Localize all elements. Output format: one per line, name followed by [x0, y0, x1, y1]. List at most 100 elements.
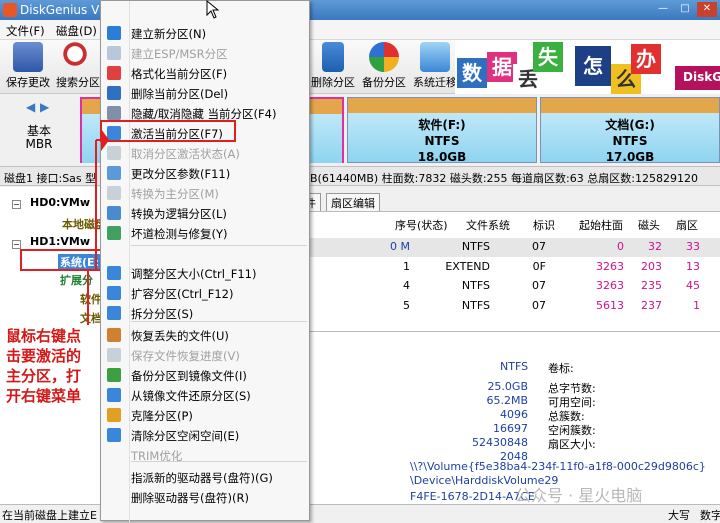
- partition-docs-block[interactable]: 文档(G:) NTFS 17.0GB: [540, 97, 720, 164]
- menu-disk[interactable]: 磁盘(D): [56, 23, 97, 39]
- context-menu-item[interactable]: 更改分区参数(F11): [101, 163, 309, 183]
- menu-item-icon: [107, 26, 121, 40]
- tab-bar: 件 扇区编辑: [300, 193, 720, 211]
- table-row[interactable]: 1 EXTEND 0F 3263 203 13: [300, 258, 720, 277]
- partition-software-block[interactable]: 软件(F:) NTFS 18.0GB: [347, 97, 537, 164]
- tab-sector-edit[interactable]: 扇区编辑: [326, 193, 380, 211]
- context-menu-item[interactable]: 格式化当前分区(F): [101, 63, 309, 83]
- context-menu-item[interactable]: 删除驱动器号(盘符)(R): [101, 487, 309, 507]
- delete-partition-label: 删除分区: [311, 76, 355, 89]
- migration-icon: [420, 42, 450, 72]
- context-menu-item[interactable]: 备份分区到镜像文件(I): [101, 365, 309, 385]
- menu-item-icon: [107, 408, 121, 422]
- partition-name: 软件(F:): [418, 118, 466, 132]
- context-menu-item: 建立ESP/MSR分区: [101, 43, 309, 63]
- window-title: DiskGenius V5: [20, 3, 107, 17]
- table-row[interactable]: 0 M NTFS 07 0 32 33: [300, 238, 720, 257]
- app-icon: [3, 3, 17, 17]
- context-menu-item[interactable]: 扩容分区(Ctrl_F12): [101, 283, 309, 303]
- context-menu-item[interactable]: 调整分区大小(Ctrl_F11): [101, 263, 309, 283]
- menu-item-icon: [107, 388, 121, 402]
- table-cell-sec: 1: [693, 299, 700, 312]
- annotation-line: 开右键菜单: [6, 387, 82, 405]
- context-menu-item[interactable]: 清除分区空闲空间(E): [101, 425, 309, 445]
- context-menu-item[interactable]: 恢复丢失的文件(U): [101, 325, 309, 345]
- save-icon: [13, 42, 43, 72]
- minimize-button[interactable]: —: [653, 2, 673, 17]
- context-menu-item[interactable]: 转换为逻辑分区(L): [101, 203, 309, 223]
- column-header[interactable]: 扇区: [676, 217, 698, 233]
- menu-item-label: 从镜像文件还原分区(S): [131, 389, 251, 403]
- menu-item-icon: [107, 348, 121, 362]
- menu-item-label: 转换为逻辑分区(L): [131, 207, 227, 221]
- context-menu-item[interactable]: 指派新的驱动器号(盘符)(G): [101, 467, 309, 487]
- partition-fs: NTFS: [424, 134, 460, 148]
- column-header[interactable]: 文件系统: [466, 217, 510, 233]
- search-partition-button[interactable]: 搜索分区: [50, 42, 106, 92]
- menu-item-label: 删除当前分区(Del): [131, 87, 229, 101]
- table-row[interactable]: 5 NTFS 07 5613 237 1: [300, 297, 720, 316]
- context-menu-item: 保存文件恢复进度(V): [101, 345, 309, 365]
- menu-separator: [131, 245, 307, 246]
- prev-disk-icon[interactable]: ◀: [26, 100, 35, 114]
- menu-item-label: 更改分区参数(F11): [131, 167, 231, 181]
- context-menu-item: 转换为主分区(M): [101, 183, 309, 203]
- menu-file[interactable]: 文件(F): [6, 23, 45, 39]
- menu-item-icon: [107, 328, 121, 342]
- menu-item-icon: [107, 470, 121, 484]
- column-header[interactable]: 磁头: [638, 217, 660, 233]
- context-menu-item[interactable]: 拆分分区(S): [101, 303, 309, 323]
- collapse-icon[interactable]: −: [12, 200, 21, 209]
- menu-item-label: 备份分区到镜像文件(I): [131, 369, 247, 383]
- backup-partition-button[interactable]: 备份分区: [356, 42, 412, 92]
- watermark-text: 公众号 · 星火电脑: [515, 486, 643, 505]
- table-cell-fs: EXTEND: [445, 260, 490, 273]
- close-button[interactable]: ✕: [697, 2, 717, 17]
- partition-name: 文档(G:): [605, 118, 655, 132]
- disk-type-panel: ◀ ▶ 基本 MBR: [0, 94, 78, 166]
- maximize-button[interactable]: □: [675, 2, 695, 17]
- menu-item-highlight-box: [100, 120, 236, 142]
- collapse-icon[interactable]: −: [12, 240, 21, 249]
- mbr-label: MBR: [25, 137, 53, 151]
- banner-char: 失: [533, 42, 563, 72]
- context-menu-item[interactable]: 坏道检测与修复(Y): [101, 223, 309, 243]
- next-disk-icon[interactable]: ▶: [40, 100, 49, 114]
- detail-value: 65.2MB: [486, 394, 528, 407]
- delete-partition-button[interactable]: 删除分区: [305, 42, 361, 92]
- table-cell-sec: 45: [686, 279, 700, 292]
- table-cell-id: 07: [532, 299, 546, 312]
- partition-fs: NTFS: [612, 134, 648, 148]
- menu-item-label: 指派新的驱动器号(盘符)(G): [131, 471, 273, 485]
- column-header[interactable]: 起始柱面: [579, 217, 623, 233]
- banner-char: 数: [457, 58, 487, 88]
- detail-value: 16697: [493, 422, 528, 435]
- table-cell-idx: 1: [403, 260, 410, 273]
- context-menu-item[interactable]: 删除当前分区(Del): [101, 83, 309, 103]
- annotation-line: 主分区，打: [6, 367, 82, 385]
- menu-item-icon: [107, 490, 121, 504]
- table-row[interactable]: 4 NTFS 07 3263 235 45: [300, 277, 720, 296]
- menu-item-icon: [107, 368, 121, 382]
- menu-item-label: 恢复丢失的文件(U): [131, 329, 229, 343]
- column-header[interactable]: 序号(状态): [395, 217, 448, 233]
- column-header[interactable]: 标识: [533, 217, 555, 233]
- menu-item-label: 建立ESP/MSR分区: [131, 47, 228, 61]
- detail-fs-value: NTFS: [500, 360, 529, 373]
- menu-item-label: 坏道检测与修复(Y): [131, 227, 228, 241]
- promo-banner[interactable]: 数 据 丢 失 怎 么 办 DiskGe: [455, 40, 720, 94]
- context-menu-item[interactable]: 从镜像文件还原分区(S): [101, 385, 309, 405]
- table-cell-head: 235: [641, 279, 662, 292]
- menu-separator: [131, 461, 307, 462]
- save-changes-button[interactable]: 保存更改: [0, 42, 56, 92]
- context-menu-item[interactable]: 建立新分区(N): [101, 23, 309, 43]
- banner-brand: DiskGe: [675, 66, 720, 90]
- table-cell-head: 203: [641, 260, 662, 273]
- menu-item-icon: [107, 428, 121, 442]
- menu-item-label: 建立新分区(N): [131, 27, 207, 41]
- menu-item-label: 保存文件恢复进度(V): [131, 349, 240, 363]
- detail-value: 25.0GB: [487, 380, 528, 393]
- search-partition-label: 搜索分区: [56, 76, 100, 89]
- banner-char: 办: [631, 44, 661, 74]
- context-menu-item[interactable]: 克隆分区(P): [101, 405, 309, 425]
